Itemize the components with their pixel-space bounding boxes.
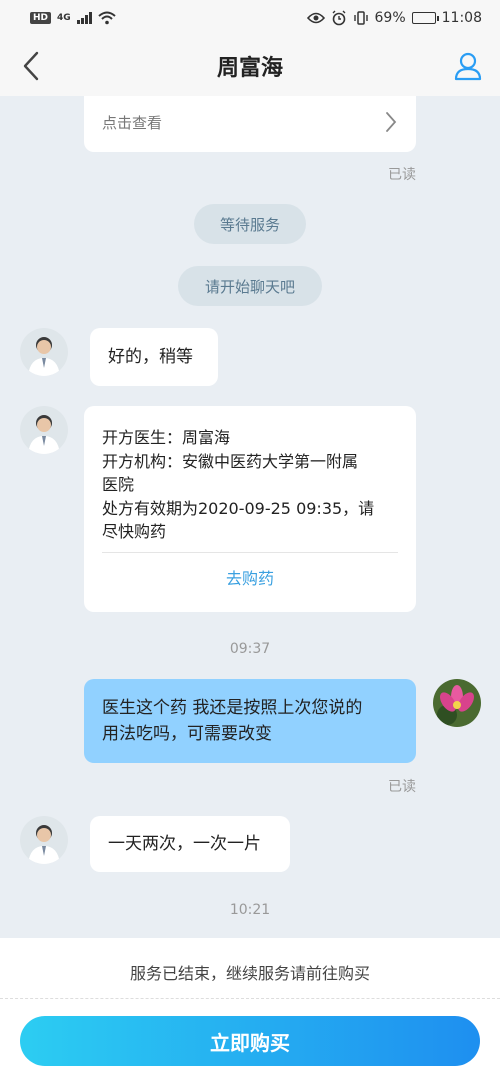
vibrate-icon (353, 11, 368, 25)
buy-now-button[interactable]: 立即购买 (20, 1016, 480, 1066)
status-bar: HD 4G 69% 11:08 (0, 0, 500, 36)
my-message-bubble: 医生这个药 我还是按照上次您说的 用法吃吗，可需要改变 (84, 679, 416, 763)
status-pill-waiting: 等待服务 (194, 204, 306, 244)
validity-line-cont: 尽快购药 (102, 522, 167, 541)
view-details-link[interactable]: 点击查看 (102, 112, 162, 133)
divider (0, 998, 500, 999)
prescription-card[interactable]: 开方医生：周富海 开方机构：安徽中医药大学第一附属 医院 处方有效期为2020-… (84, 406, 416, 612)
battery-icon (411, 12, 439, 24)
my-avatar[interactable] (433, 679, 481, 727)
buy-medicine-link[interactable]: 去购药 (84, 566, 416, 592)
message-bubble: 好的，稍等 (90, 328, 218, 386)
prescriber-line: 开方医生：周富海 (102, 428, 231, 447)
eye-icon (306, 12, 325, 24)
prescription-card-top[interactable]: 点击查看 (84, 96, 416, 152)
service-ended-notice: 服务已结束，继续服务请前往购买 (129, 964, 370, 983)
my-message-line1: 医生这个药 我还是按照上次您说的 (102, 698, 363, 718)
chevron-right-icon (386, 112, 397, 132)
message-text: 好的，稍等 (108, 347, 193, 367)
institution-line-cont: 医院 (102, 475, 135, 494)
chat-area[interactable]: 点击查看 已读 等待服务 请开始聊天吧 好的，稍等 开方医生：周富海 开方机构：… (0, 96, 500, 938)
nav-bar: 周富海 (0, 36, 500, 96)
page-title: 周富海 (216, 56, 283, 81)
validity-line: 处方有效期为2020-09-25 09:35，请 (102, 498, 375, 518)
bottom-bar: 服务已结束，继续服务请前往购买 立即购买 (0, 938, 500, 1083)
hd-badge: HD (30, 12, 52, 24)
signal-icon (76, 12, 92, 24)
timestamp: 10:21 (229, 902, 271, 918)
user-icon (454, 52, 482, 81)
my-message-line2: 用法吃吗，可需要改变 (102, 724, 272, 744)
read-status: 已读 (388, 167, 416, 183)
doctor-avatar[interactable] (20, 328, 68, 376)
timestamp: 09:37 (229, 641, 271, 657)
chevron-left-icon (23, 51, 39, 81)
doctor-avatar[interactable] (20, 406, 68, 454)
network-type: 4G (57, 12, 71, 23)
wifi-icon (98, 11, 116, 25)
alarm-icon (332, 10, 346, 26)
read-status: 已读 (388, 779, 416, 795)
message-text: 一天两次，一次一片 (108, 834, 261, 854)
status-pill-start-chat: 请开始聊天吧 (178, 266, 322, 306)
clock: 11:08 (441, 10, 482, 26)
card-divider (102, 552, 398, 553)
back-button[interactable] (16, 50, 46, 82)
doctor-profile-button[interactable] (452, 50, 484, 82)
message-bubble: 一天两次，一次一片 (90, 816, 290, 872)
institution-line: 开方机构：安徽中医药大学第一附属 (102, 451, 359, 471)
battery-percent: 69% (374, 10, 406, 26)
doctor-avatar[interactable] (20, 816, 68, 864)
